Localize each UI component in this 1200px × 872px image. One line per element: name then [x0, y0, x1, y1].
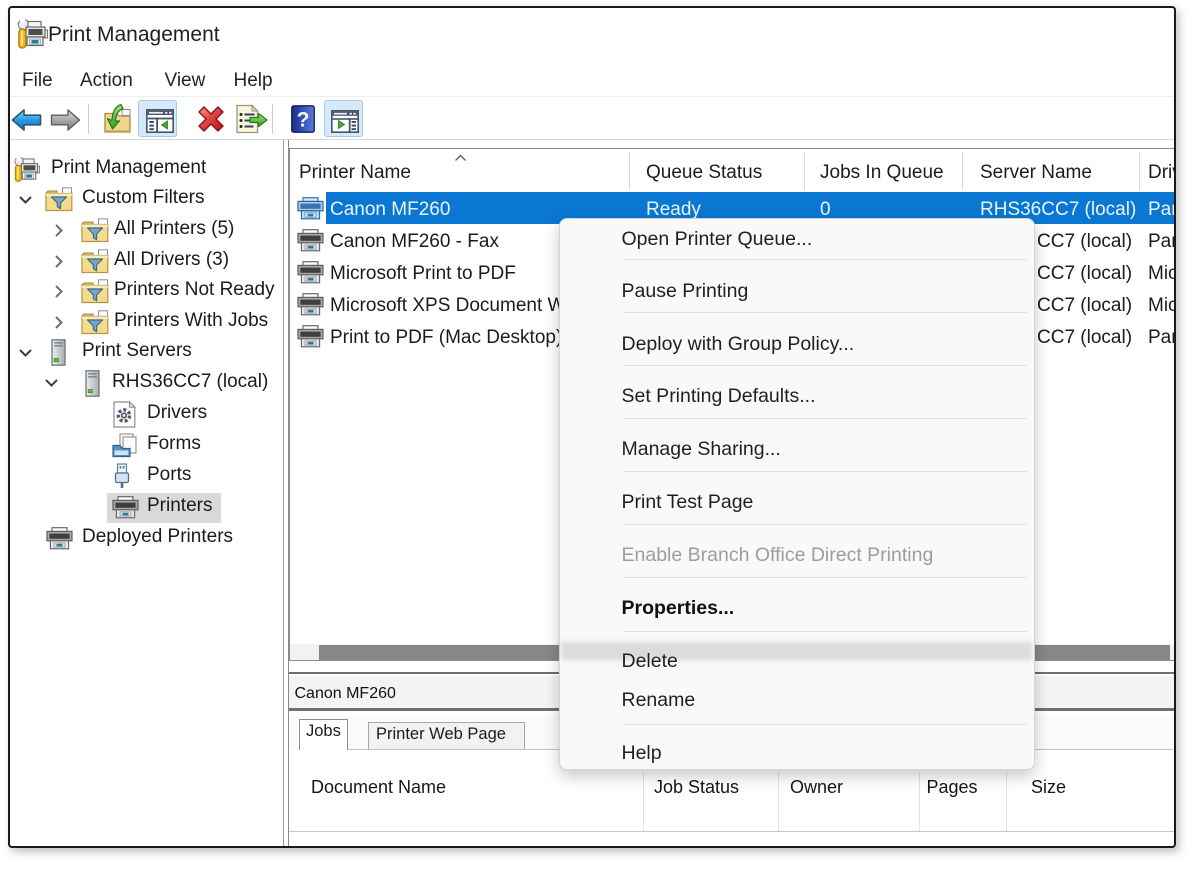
- svg-text:?: ?: [297, 109, 310, 132]
